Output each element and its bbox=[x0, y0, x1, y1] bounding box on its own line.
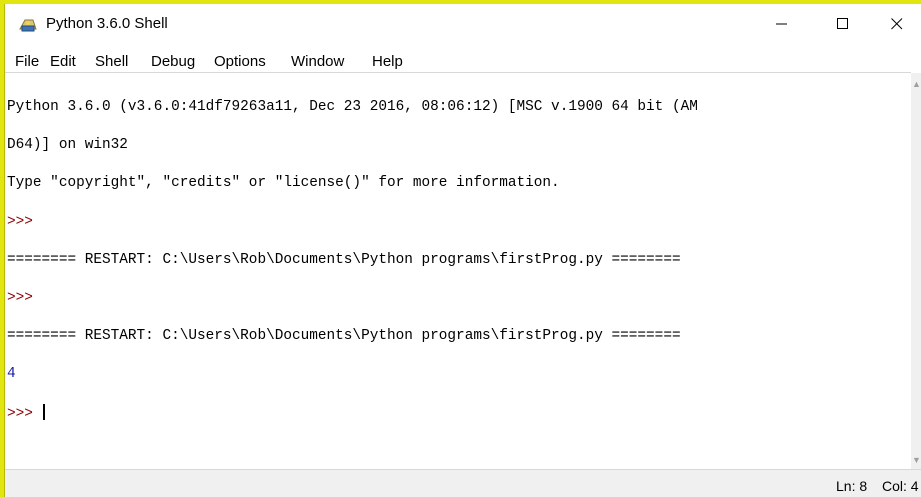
menu-bar: File Edit Shell Debug Options Window Hel… bbox=[5, 48, 921, 72]
close-button[interactable] bbox=[874, 4, 920, 44]
text-cursor bbox=[42, 403, 45, 420]
scroll-up-arrow-icon[interactable]: ▲ bbox=[912, 79, 921, 89]
scroll-down-arrow-icon[interactable]: ▼ bbox=[912, 455, 921, 465]
banner-line: D64)] on win32 bbox=[7, 137, 128, 154]
menu-options[interactable]: Options bbox=[214, 53, 266, 70]
menu-window[interactable]: Window bbox=[291, 53, 344, 70]
title-bar[interactable]: Python 3.6.0 Shell bbox=[5, 4, 921, 44]
menu-help[interactable]: Help bbox=[372, 53, 403, 70]
maximize-button[interactable] bbox=[820, 4, 866, 44]
current-input-line[interactable]: >>> bbox=[7, 403, 698, 424]
window-title: Python 3.6.0 Shell bbox=[46, 15, 168, 32]
menu-edit[interactable]: Edit bbox=[50, 53, 76, 70]
shell-prompt: >>> bbox=[7, 405, 33, 422]
python-idle-icon bbox=[19, 17, 37, 33]
banner-line: Type "copyright", "credits" or "license(… bbox=[7, 175, 560, 192]
status-bar: Ln: 8 Col: 4 bbox=[5, 469, 921, 497]
python-shell-window: Python 3.6.0 Shell File Edit Shell Debug… bbox=[4, 4, 921, 497]
shell-prompt: >>> bbox=[7, 290, 33, 307]
close-icon bbox=[891, 18, 903, 30]
menu-debug[interactable]: Debug bbox=[151, 53, 195, 70]
menu-file[interactable]: File bbox=[15, 53, 39, 70]
maximize-icon bbox=[837, 18, 848, 29]
restart-line: ======== RESTART: C:\Users\Rob\Documents… bbox=[7, 251, 681, 268]
minimize-button[interactable] bbox=[759, 4, 805, 44]
menu-shell[interactable]: Shell bbox=[95, 53, 128, 70]
minimize-icon bbox=[776, 23, 787, 25]
restart-line: ======== RESTART: C:\Users\Rob\Documents… bbox=[7, 328, 681, 345]
shell-text-area[interactable]: Python 3.6.0 (v3.6.0:41df79263a11, Dec 2… bbox=[5, 72, 911, 470]
shell-prompt: >>> bbox=[7, 213, 33, 230]
program-output: 4 bbox=[7, 366, 16, 383]
banner-line: Python 3.6.0 (v3.6.0:41df79263a11, Dec 2… bbox=[7, 99, 698, 116]
vertical-scrollbar[interactable]: ▲ ▼ bbox=[911, 73, 921, 469]
column-number: Col: 4 bbox=[882, 478, 919, 494]
line-number: Ln: 8 bbox=[836, 478, 868, 494]
